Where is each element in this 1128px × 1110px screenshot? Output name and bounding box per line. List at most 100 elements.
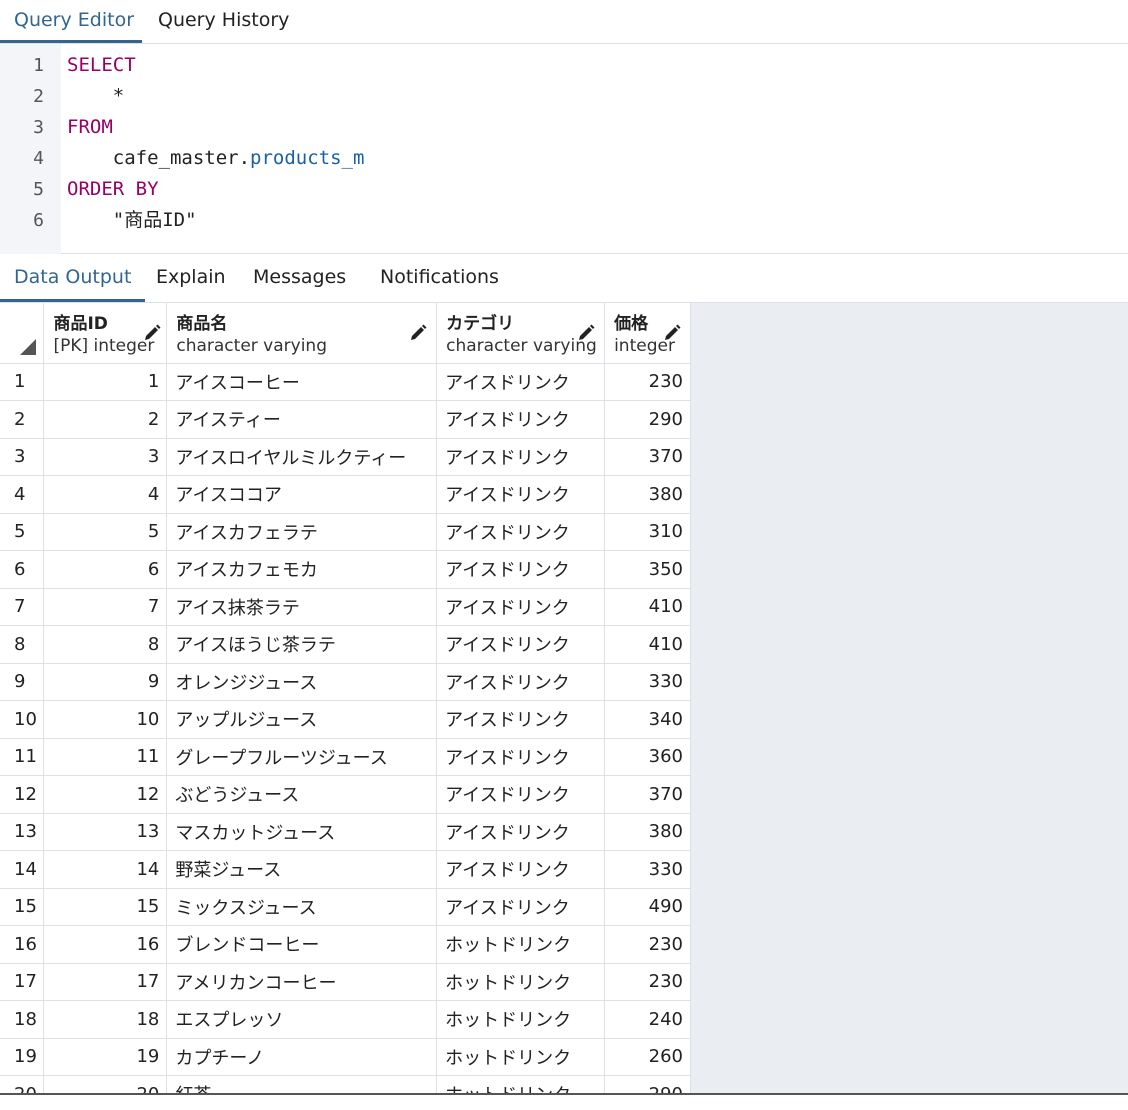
row-number[interactable]: 4 [0, 475, 45, 514]
cell-name[interactable]: アイスティー [166, 400, 438, 439]
tab-messages[interactable]: Messages [239, 255, 360, 302]
table-row[interactable]: 15 15 ミックスジュース アイスドリンク 490 [0, 888, 691, 926]
cell-price[interactable]: 240 [604, 1000, 691, 1039]
cell-category[interactable]: ホットドリンク [436, 1038, 606, 1076]
tab-explain[interactable]: Explain [142, 255, 240, 302]
code-line[interactable]: * [67, 81, 124, 112]
cell-price[interactable]: 310 [604, 513, 691, 551]
cell-name[interactable]: アイス抹茶ラテ [166, 588, 438, 626]
cell-name[interactable]: アイスロイヤルミルクティー [166, 438, 438, 476]
cell-name[interactable]: 紅茶 [166, 1075, 438, 1093]
cell-price[interactable]: 290 [604, 400, 691, 439]
row-number[interactable]: 17 [0, 963, 45, 1001]
cell-id[interactable]: 4 [43, 475, 168, 514]
cell-name[interactable]: マスカットジュース [166, 813, 438, 851]
pencil-icon[interactable] [576, 323, 596, 343]
tab-query-editor[interactable]: Query Editor [0, 0, 142, 43]
cell-id[interactable]: 9 [43, 663, 168, 701]
cell-name[interactable]: 野菜ジュース [166, 850, 438, 889]
cell-price[interactable]: 490 [604, 888, 691, 926]
pencil-icon[interactable] [408, 323, 428, 343]
cell-category[interactable]: アイスドリンク [436, 888, 606, 926]
table-row[interactable]: 13 13 マスカットジュース アイスドリンク 380 [0, 813, 691, 851]
cell-category[interactable]: アイスドリンク [436, 513, 606, 551]
cell-id[interactable]: 2 [43, 400, 168, 439]
cell-price[interactable]: 230 [604, 963, 691, 1001]
cell-category[interactable]: ホットドリンク [436, 1000, 606, 1039]
code-line[interactable]: cafe_master.products_m [67, 143, 365, 174]
table-row[interactable]: 17 17 アメリカンコーヒー ホットドリンク 230 [0, 963, 691, 1001]
cell-name[interactable]: エスプレッソ [166, 1000, 438, 1039]
cell-id[interactable]: 10 [43, 700, 168, 739]
row-number[interactable]: 15 [0, 888, 45, 926]
sql-editor[interactable]: 1 2 3 4 5 6 SELECT * FROM cafe_master.products… [0, 44, 1128, 254]
cell-name[interactable]: ミックスジュース [166, 888, 438, 926]
cell-category[interactable]: アイスドリンク [436, 400, 606, 439]
cell-category[interactable]: アイスドリンク [436, 738, 606, 776]
cell-category[interactable]: アイスドリンク [436, 438, 606, 476]
cell-name[interactable]: アイスココア [166, 475, 438, 514]
cell-price[interactable]: 290 [604, 1075, 691, 1093]
row-number[interactable]: 12 [0, 775, 45, 814]
row-number[interactable]: 14 [0, 850, 45, 889]
cell-name[interactable]: ブレンドコーヒー [166, 925, 438, 964]
row-number[interactable]: 1 [0, 363, 45, 401]
row-number[interactable]: 2 [0, 400, 45, 439]
cell-category[interactable]: アイスドリンク [436, 775, 606, 814]
cell-price[interactable]: 230 [604, 925, 691, 964]
cell-category[interactable]: ホットドリンク [436, 925, 606, 964]
cell-name[interactable]: ぶどうジュース [166, 775, 438, 814]
table-row[interactable]: 19 19 カプチーノ ホットドリンク 260 [0, 1038, 691, 1076]
code-line[interactable]: "商品ID" [67, 205, 197, 236]
cell-id[interactable]: 15 [43, 888, 168, 926]
row-number[interactable]: 13 [0, 813, 45, 851]
row-number[interactable]: 11 [0, 738, 45, 776]
cell-id[interactable]: 17 [43, 963, 168, 1001]
row-number[interactable]: 3 [0, 438, 45, 476]
column-header-name[interactable]: 商品名 character varying [166, 303, 438, 364]
table-row[interactable]: 2020紅茶ホットドリンク290 [0, 1075, 691, 1093]
cell-id[interactable]: 11 [43, 738, 168, 776]
row-number[interactable]: 19 [0, 1038, 45, 1076]
column-header-id[interactable]: 商品ID [PK] integer [43, 303, 168, 364]
row-number[interactable]: 18 [0, 1000, 45, 1039]
tab-data-output[interactable]: Data Output [0, 255, 146, 302]
cell-id[interactable]: 19 [43, 1038, 168, 1076]
column-header-price[interactable]: 価格 integer [604, 303, 691, 364]
tab-notifications[interactable]: Notifications [366, 255, 513, 302]
cell-price[interactable]: 350 [604, 550, 691, 589]
cell-id[interactable]: 3 [43, 438, 168, 476]
column-header-category[interactable]: カテゴリ character varying [436, 303, 606, 364]
cell-id[interactable]: 7 [43, 588, 168, 626]
cell-category[interactable]: アイスドリンク [436, 700, 606, 739]
cell-name[interactable]: カプチーノ [166, 1038, 438, 1076]
cell-price[interactable]: 370 [604, 775, 691, 814]
cell-price[interactable]: 360 [604, 738, 691, 776]
table-row[interactable]: 10 10 アップルジュース アイスドリンク 340 [0, 700, 691, 739]
cell-price[interactable]: 380 [604, 475, 691, 514]
cell-id[interactable]: 5 [43, 513, 168, 551]
row-number[interactable]: 5 [0, 513, 45, 551]
table-row[interactable]: 12 12 ぶどうジュース アイスドリンク 370 [0, 775, 691, 814]
cell-id[interactable]: 18 [43, 1000, 168, 1039]
table-row[interactable]: 16 16 ブレンドコーヒー ホットドリンク 230 [0, 925, 691, 964]
cell-price[interactable]: 410 [604, 625, 691, 664]
cell-category[interactable]: ホットドリンク [436, 1075, 606, 1093]
row-number[interactable]: 16 [0, 925, 45, 964]
cell-id[interactable]: 12 [43, 775, 168, 814]
cell-name[interactable]: アイスカフェラテ [166, 513, 438, 551]
cell-category[interactable]: アイスドリンク [436, 475, 606, 514]
table-row[interactable]: 9 9 オレンジジュース アイスドリンク 330 [0, 663, 691, 701]
row-number[interactable]: 9 [0, 663, 45, 701]
table-row[interactable]: 5 5 アイスカフェラテ アイスドリンク 310 [0, 513, 691, 551]
cell-name[interactable]: アップルジュース [166, 700, 438, 739]
row-number[interactable]: 7 [0, 588, 45, 626]
pencil-icon[interactable] [142, 323, 162, 343]
row-number[interactable]: 10 [0, 700, 45, 739]
tab-query-history[interactable]: Query History [144, 0, 303, 43]
cell-price[interactable]: 260 [604, 1038, 691, 1076]
pencil-icon[interactable] [662, 323, 682, 343]
cell-id[interactable]: 1 [43, 363, 168, 401]
code-line[interactable]: SELECT [67, 50, 136, 81]
table-row[interactable]: 11 11 グレープフルーツジュース アイスドリンク 360 [0, 738, 691, 776]
